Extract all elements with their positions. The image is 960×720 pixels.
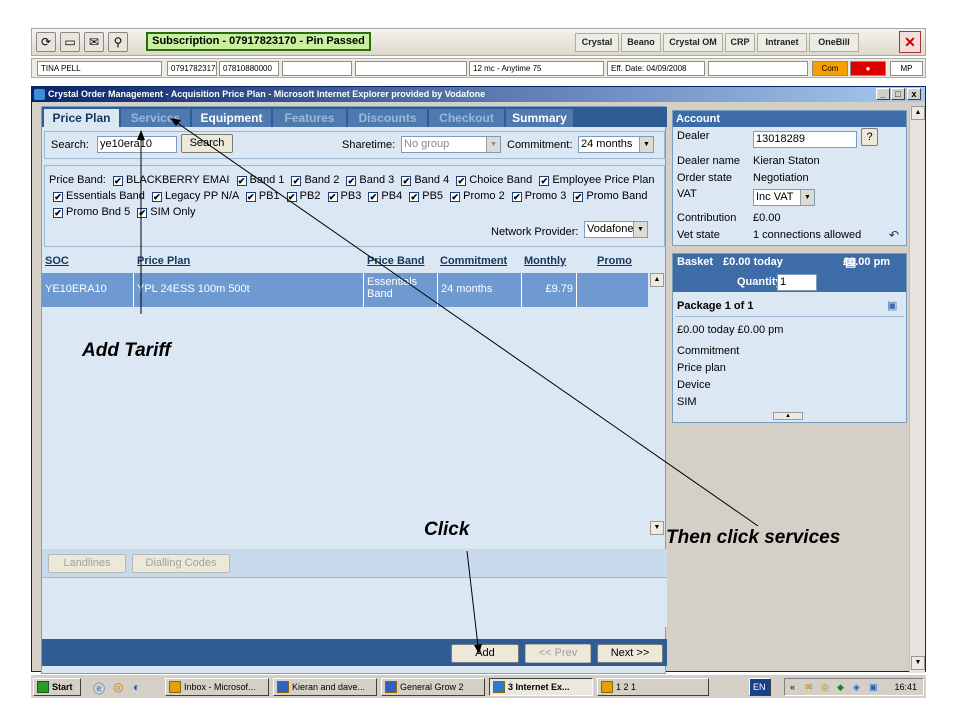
tray-outlook-icon[interactable]: ◎ <box>821 679 829 695</box>
system-tray: « ✉ ◎ ◆ ◈ ▣ 16:41 <box>784 678 924 696</box>
clock: 16:41 <box>894 682 917 692</box>
word-icon <box>277 681 289 693</box>
tray-mail-icon[interactable]: ✉ <box>805 679 813 695</box>
tray-monitor-icon[interactable]: ▣ <box>869 679 878 695</box>
annotation-add-tariff: Add Tariff <box>82 340 171 361</box>
folder-icon <box>601 681 613 693</box>
outlook-quicklaunch-icon[interactable]: ◎ <box>113 680 123 694</box>
windows-logo-icon <box>37 681 49 693</box>
arrow-click <box>466 550 479 647</box>
arrowhead-icon <box>137 130 145 140</box>
annotation-then-click-services: Then click services <box>666 527 841 548</box>
language-indicator[interactable]: EN <box>749 678 771 696</box>
task-inbox[interactable]: Inbox - Microsof... <box>165 678 269 696</box>
task-folder[interactable]: 1 2 1 <box>597 678 709 696</box>
task-label: General Grow 2 <box>400 682 464 692</box>
arrowhead-icon <box>474 644 482 654</box>
tray-security-icon[interactable]: ◈ <box>853 679 860 695</box>
task-label: Inbox - Microsof... <box>184 682 256 692</box>
arrow-services <box>175 121 759 527</box>
task-kieran[interactable]: Kieran and dave... <box>273 678 377 696</box>
task-label: Kieran and dave... <box>292 682 366 692</box>
task-internet-explorer[interactable]: 3 Internet Ex... <box>489 678 593 696</box>
start-button[interactable]: Start <box>33 678 81 696</box>
start-label: Start <box>52 682 73 692</box>
ie-icon <box>493 681 505 693</box>
task-general-grow[interactable]: General Grow 2 <box>381 678 485 696</box>
desktop-quicklaunch-icon[interactable]: ◐ <box>133 680 140 694</box>
word-icon <box>385 681 397 693</box>
taskbar: Start ⓔ ◎ ◐ Inbox - Microsof... Kieran a… <box>31 674 926 698</box>
annotation-click: Click <box>424 519 470 540</box>
task-label: 1 2 1 <box>616 682 637 692</box>
outlook-icon <box>169 681 181 693</box>
ie-quicklaunch-icon[interactable]: ⓔ <box>93 680 105 697</box>
task-label: 3 Internet Ex... <box>508 682 570 692</box>
tray-expand-icon[interactable]: « <box>790 679 795 695</box>
tray-network-icon[interactable]: ◆ <box>837 679 844 695</box>
